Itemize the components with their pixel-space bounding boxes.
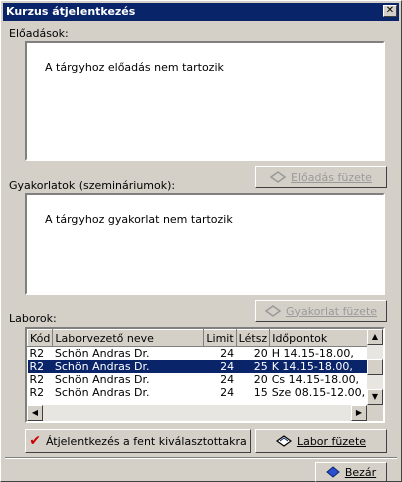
column-header-limit[interactable]: Limit: [203, 329, 237, 347]
window-title: Kurzus átjelentkezés: [6, 5, 136, 18]
transfer-button[interactable]: ✔ Átjelentkezés a fent kiválasztottakra: [25, 429, 251, 453]
scroll-right-icon[interactable]: ▶: [351, 405, 367, 421]
lab-notebook-button[interactable]: Labor füzete: [255, 429, 387, 453]
cell-leader: Schön Andras Dr.: [54, 386, 150, 399]
dialog-window: Kurzus átjelentkezés ✕ Előadások: A tárg…: [0, 0, 402, 482]
table-row[interactable]: R2 Schön Andras Dr. 24 20 Cs 14.15-18.00…: [28, 373, 371, 386]
lectures-label: Előadások:: [9, 27, 69, 40]
cell-times: H 14.15-18.00,: [271, 347, 354, 360]
title-bar[interactable]: Kurzus átjelentkezés ✕: [3, 3, 399, 21]
close-label: Bezár: [344, 465, 377, 479]
table-row-selected[interactable]: R2 Schön Andras Dr. 24 25 K 14.15-18.00,: [27, 360, 371, 373]
cell-times: Cs 14.15-18.00,: [271, 373, 360, 386]
practical-notebook-label: Gyakorlat füzete: [285, 304, 378, 318]
cell-code: R2: [29, 386, 45, 399]
table-row[interactable]: R2 Schön Andras Dr. 24 15 Sze 08.15-12.0…: [28, 386, 371, 399]
book-icon: [264, 305, 281, 317]
cell-times: K 14.15-18.00,: [269, 360, 371, 373]
cell-count: 25: [236, 360, 270, 373]
scroll-left-icon[interactable]: ◀: [27, 405, 43, 421]
practicals-panel: A tárgyhoz gyakorlat nem tartozik: [25, 193, 385, 295]
cell-count: 20: [253, 347, 268, 360]
transfer-label: Átjelentkezés a fent kiválasztottakra: [45, 434, 247, 448]
diamond-icon: [326, 466, 340, 478]
cell-code: R2: [27, 360, 53, 373]
close-icon[interactable]: ✕: [383, 5, 397, 17]
cell-count: 20: [253, 373, 268, 386]
lecture-notebook-button[interactable]: Előadás füzete: [255, 166, 387, 188]
book-icon: [275, 435, 292, 447]
table-row[interactable]: R2 Schön Andras Dr. 24 20 H 14.15-18.00,: [28, 347, 371, 360]
close-button[interactable]: Bezár: [315, 462, 387, 482]
cell-code: R2: [29, 347, 45, 360]
cell-times: Sze 08.15-12.00,: [271, 386, 366, 399]
labs-table: Kód Laborvezető neve Limit Létsz Időpont…: [25, 327, 385, 423]
practical-notebook-button[interactable]: Gyakorlat füzete: [255, 300, 387, 322]
checkmark-icon: ✔: [29, 433, 41, 449]
column-header-count[interactable]: Létsz: [235, 329, 271, 347]
column-header-code[interactable]: Kód: [27, 329, 54, 347]
cell-count: 15: [253, 386, 268, 399]
practicals-label: Gyakorlatok (szemináriumok):: [9, 179, 176, 192]
lecture-notebook-label: Előadás füzete: [291, 170, 372, 184]
scroll-up-icon[interactable]: ▲: [367, 329, 383, 345]
cell-leader: Schön Andras Dr.: [54, 373, 150, 386]
scroll-thumb[interactable]: [367, 359, 383, 375]
labs-label: Laborok:: [9, 312, 57, 325]
cell-leader: Schön Andras Dr.: [54, 347, 150, 360]
labs-header-row: Kód Laborvezető neve Limit Létsz Időpont…: [27, 329, 372, 347]
cell-limit: 24: [220, 347, 235, 360]
column-header-leader[interactable]: Laborvezető neve: [52, 329, 205, 347]
lab-notebook-label: Labor füzete: [296, 434, 367, 448]
cell-leader: Schön Andras Dr.: [52, 360, 204, 373]
practicals-empty-message: A tárgyhoz gyakorlat nem tartozik: [45, 213, 233, 226]
vertical-scrollbar[interactable]: ▲ ▼: [367, 329, 383, 405]
book-icon: [270, 171, 287, 183]
lectures-panel: A tárgyhoz előadás nem tartozik: [25, 41, 385, 161]
cell-code: R2: [29, 373, 45, 386]
column-header-times[interactable]: Időpontok: [269, 329, 372, 347]
scroll-down-icon[interactable]: ▼: [367, 389, 383, 405]
scrollbar-corner: [367, 405, 383, 421]
cell-limit: 24: [203, 360, 237, 373]
lectures-empty-message: A tárgyhoz előadás nem tartozik: [45, 61, 224, 74]
bottom-separator: [5, 457, 397, 459]
cell-limit: 24: [220, 373, 235, 386]
horizontal-scrollbar[interactable]: ◀ ▶: [27, 405, 367, 421]
cell-limit: 24: [220, 386, 235, 399]
